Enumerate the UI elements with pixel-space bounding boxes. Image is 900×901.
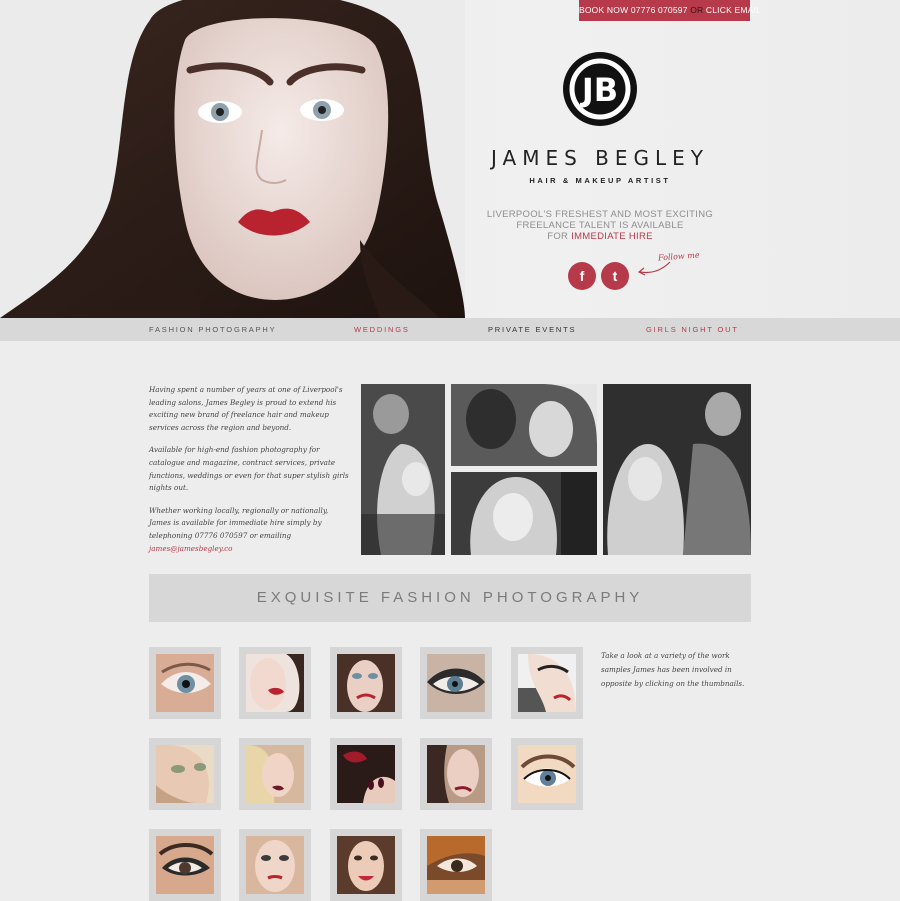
collage-photo-3 [451,472,597,555]
collage-photo-4 [603,384,751,555]
thumbnail[interactable] [330,647,402,719]
tagline-line-3: FOR IMMEDIATE HIRE [480,231,720,242]
facebook-glyph: f [579,268,585,284]
email-link[interactable]: james@jamesbegley.co [149,544,232,553]
intro-paragraph-3-text: Whether working locally, regionally or n… [149,505,329,540]
twitter-icon[interactable]: t [601,262,629,290]
nav-girls-night-out[interactable]: GIRLS NIGHT OUT [646,318,739,341]
intro-paragraph-3: Whether working locally, regionally or n… [149,505,349,555]
book-phone[interactable]: 07776 070597 [631,5,688,15]
book-now-label: BOOK NOW [579,5,629,15]
main-nav: FASHION PHOTOGRAPHY WEDDINGS PRIVATE EVE… [0,318,900,341]
thumbnail[interactable] [420,647,492,719]
thumbnail[interactable] [420,829,492,901]
hero-header: BOOK NOW 07776 070597 OR CLICK EMAIL JB … [0,0,900,318]
collage-photo-1 [361,384,445,555]
intro-paragraph-2: Available for high-end fashion photograp… [149,445,349,493]
thumbnail[interactable] [330,738,402,810]
nav-private-events[interactable]: PRIVATE EVENTS [488,318,576,341]
thumbnails-note: Take a look at a variety of the work sam… [601,651,745,688]
jb-logo[interactable]: JB [561,50,639,128]
nav-fashion-photography[interactable]: FASHION PHOTOGRAPHY [149,318,276,341]
thumbnail[interactable] [149,738,221,810]
intro-paragraph-1: Having spent a number of years at one of… [149,385,343,432]
thumbnail[interactable] [511,738,583,810]
thumbnail[interactable] [330,829,402,901]
twitter-glyph: t [612,268,618,284]
thumbnail[interactable] [511,647,583,719]
thumbnail[interactable] [420,738,492,810]
thumbnail[interactable] [149,829,221,901]
section-banner: EXQUISITE FASHION PHOTOGRAPHY [149,574,751,622]
thumbnail[interactable] [239,647,311,719]
facebook-icon[interactable]: f [568,262,596,290]
tagline-for: FOR [547,231,569,242]
thumbnail[interactable] [239,738,311,810]
brand-name: JAMES BEGLEY [490,146,710,170]
thumbnail[interactable] [149,647,221,719]
follow-me-label: Follow me [657,250,700,263]
tagline: LIVERPOOL'S FRESHEST AND MOST EXCITING F… [480,209,720,242]
nav-weddings[interactable]: WEDDINGS [354,318,410,341]
logo-monogram: JB [580,71,618,109]
thumbnail[interactable] [239,829,311,901]
intro-text: Having spent a number of years at one of… [149,384,349,565]
tagline-line-1: LIVERPOOL'S FRESHEST AND MOST EXCITING [486,209,714,220]
hero-portrait-photo [0,0,465,318]
tagline-line-2: FREELANCE TALENT IS AVAILABLE [516,220,684,231]
tagline-highlight: IMMEDIATE HIRE [571,231,653,242]
book-now-bar[interactable]: BOOK NOW 07776 070597 OR CLICK EMAIL [579,0,761,21]
collage-photo-2 [451,384,597,466]
book-or: OR [690,5,704,15]
brand-subtitle: HAIR & MAKEUP ARTIST [529,176,671,185]
click-email-link[interactable]: CLICK EMAIL [706,5,761,15]
